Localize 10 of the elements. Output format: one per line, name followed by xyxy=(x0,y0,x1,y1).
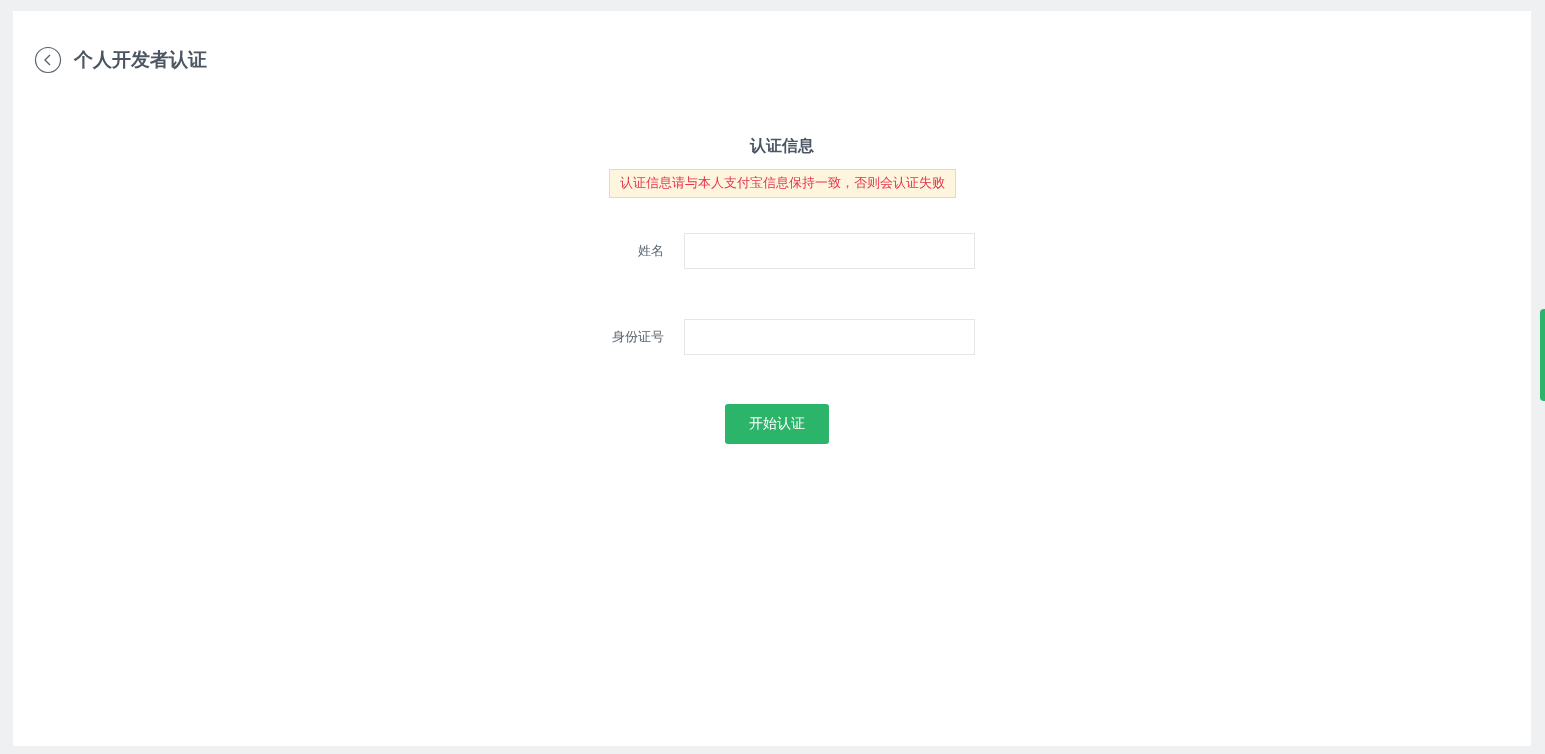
input-field[interactable] xyxy=(683,233,975,269)
start-button[interactable]: 开始认证 xyxy=(725,404,829,444)
input-field[interactable] xyxy=(683,319,975,355)
section-title: 认证信息 xyxy=(750,136,814,157)
side-tab[interactable] xyxy=(1540,309,1545,401)
page-title: 个人开发者认证 xyxy=(74,47,207,72)
warning-notice: 认证信息请与本人支付宝信息保持一致，否则会认证失败 xyxy=(608,169,956,198)
back-icon[interactable] xyxy=(34,46,62,74)
field-label: 身份证号 xyxy=(610,328,664,346)
field-label: 姓名 xyxy=(636,242,664,260)
